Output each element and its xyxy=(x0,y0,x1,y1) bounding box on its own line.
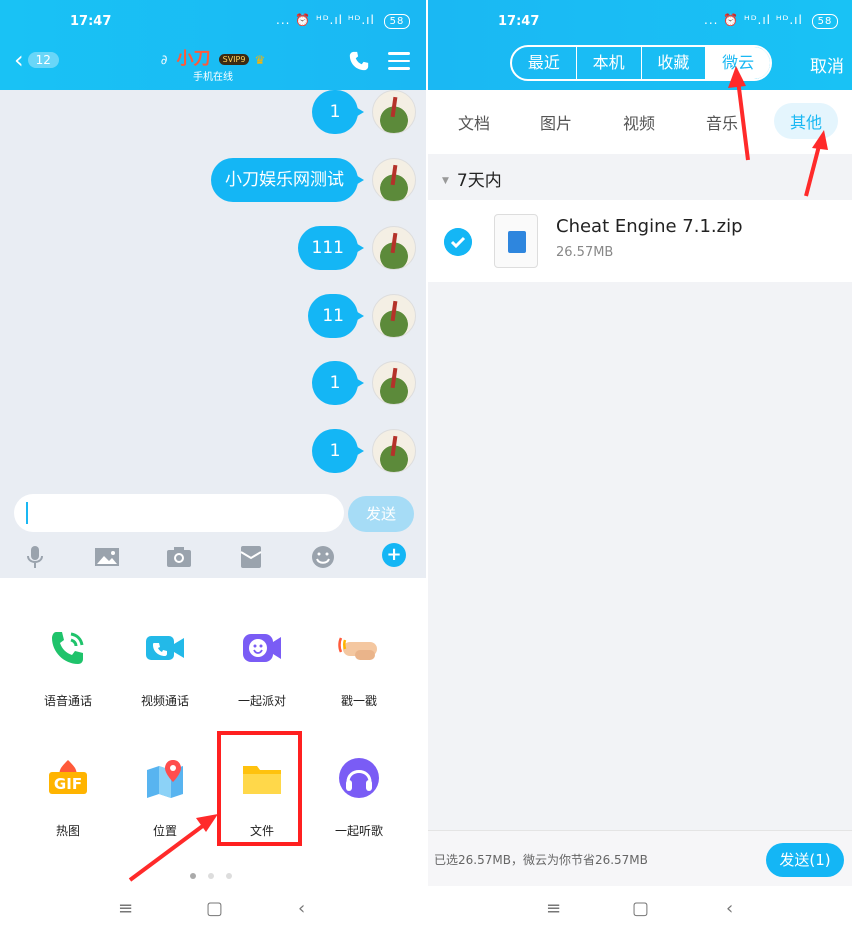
back-nav-icon[interactable]: ‹ xyxy=(726,898,733,919)
system-nav-bar: ≡ ▢ ‹ xyxy=(428,886,852,934)
home-icon[interactable]: ▢ xyxy=(632,898,649,919)
selection-bar: 已选26.57MB，微云为你节省26.57MB 发送(1) xyxy=(428,830,852,886)
selection-info: 已选26.57MB，微云为你节省26.57MB xyxy=(434,853,648,867)
recent-apps-icon[interactable]: ≡ xyxy=(118,898,133,919)
send-file-button[interactable]: 发送(1) xyxy=(766,843,844,877)
system-nav-bar: ≡ ▢ ‹ xyxy=(0,886,426,934)
file-picker-screen: 17:47 ... ⏰ ᴴᴰ.ıl ᴴᴰ.ıl 58 最近 本机 收藏 微云 取… xyxy=(428,0,852,934)
recent-apps-icon[interactable]: ≡ xyxy=(546,898,561,919)
back-nav-icon[interactable]: ‹ xyxy=(298,898,305,919)
annotation-arrow xyxy=(128,814,218,882)
annotation-arrows xyxy=(728,66,828,197)
home-icon[interactable]: ▢ xyxy=(206,898,223,919)
chat-screen: 17:47 ... ⏰ ᴴᴰ.ıl ᴴᴰ.ıl 58 ‹ 12 ∂ 小刀 SVI… xyxy=(0,0,426,934)
